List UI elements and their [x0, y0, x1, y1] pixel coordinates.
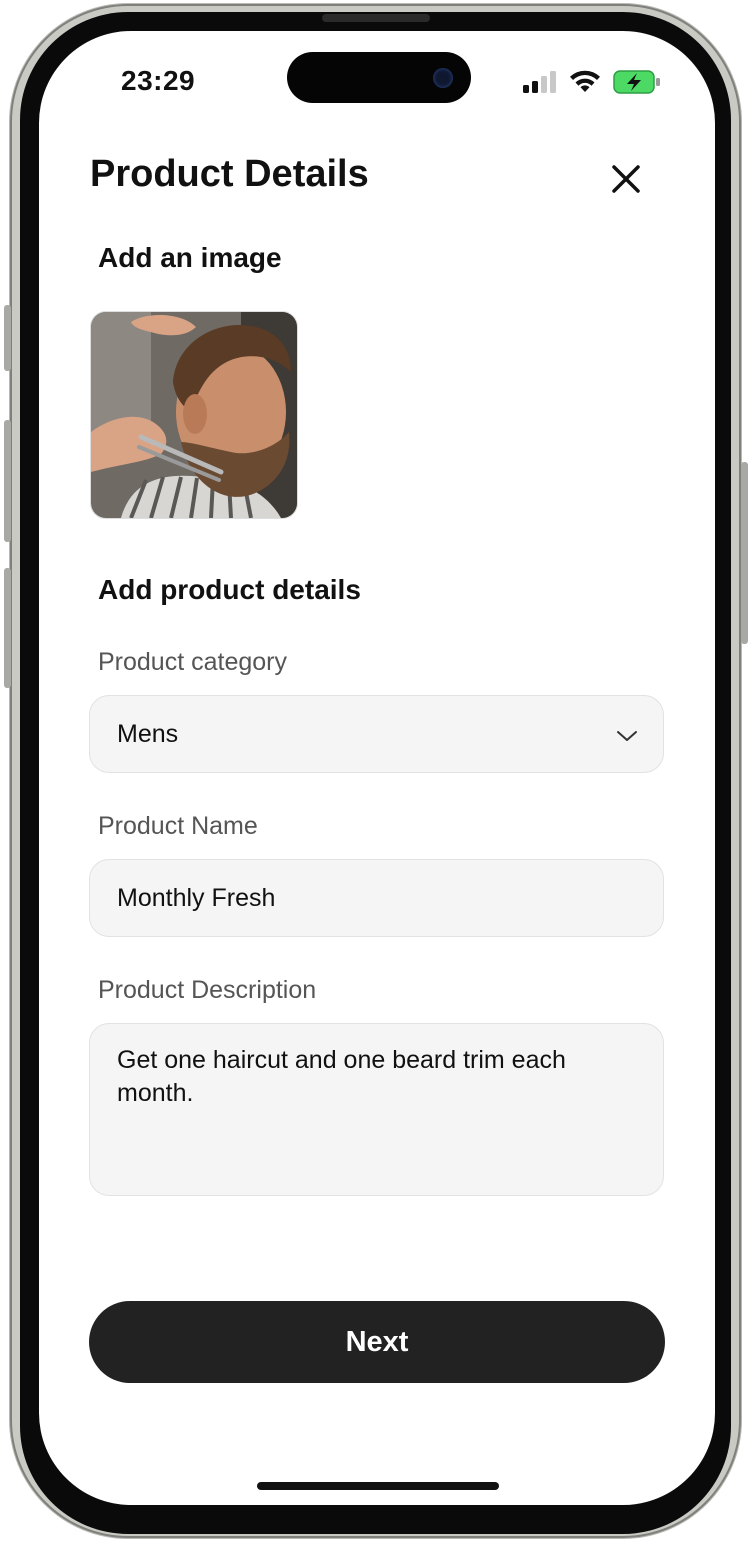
volume-down-button [4, 568, 11, 688]
wifi-icon [570, 70, 600, 92]
signal-icon [523, 71, 556, 93]
details-section-heading: Add product details [98, 574, 361, 605]
power-button [741, 462, 748, 644]
page-title: Product Details [90, 153, 369, 195]
close-icon[interactable] [606, 159, 646, 199]
product-image[interactable] [90, 311, 298, 519]
next-button[interactable]: Next [89, 1301, 665, 1383]
home-indicator[interactable] [257, 1482, 499, 1490]
speaker-grille [322, 14, 430, 22]
status-time: 23:29 [121, 65, 196, 96]
name-label: Product Name [98, 812, 258, 840]
image-section-heading: Add an image [98, 242, 282, 273]
product-name-value: Monthly Fresh [117, 884, 276, 912]
action-button [4, 305, 11, 371]
product-description-field[interactable]: Get one haircut and one beard trim each … [89, 1023, 664, 1196]
barber-photo [91, 312, 297, 518]
product-description-value: Get one haircut and one beard trim each … [117, 1046, 566, 1107]
camera-icon [433, 68, 453, 88]
product-name-field[interactable]: Monthly Fresh [89, 859, 664, 937]
category-select[interactable]: Mens [89, 695, 664, 773]
battery-charging-icon [613, 70, 660, 94]
volume-up-button [4, 420, 11, 542]
chevron-down-icon [617, 731, 637, 741]
dynamic-island [287, 52, 471, 103]
status-icons [523, 69, 661, 95]
screen: 23:29 Product Details Add an image Add p… [39, 31, 715, 1505]
category-label: Product category [98, 648, 287, 676]
category-value: Mens [117, 720, 179, 748]
description-label: Product Description [98, 976, 317, 1004]
